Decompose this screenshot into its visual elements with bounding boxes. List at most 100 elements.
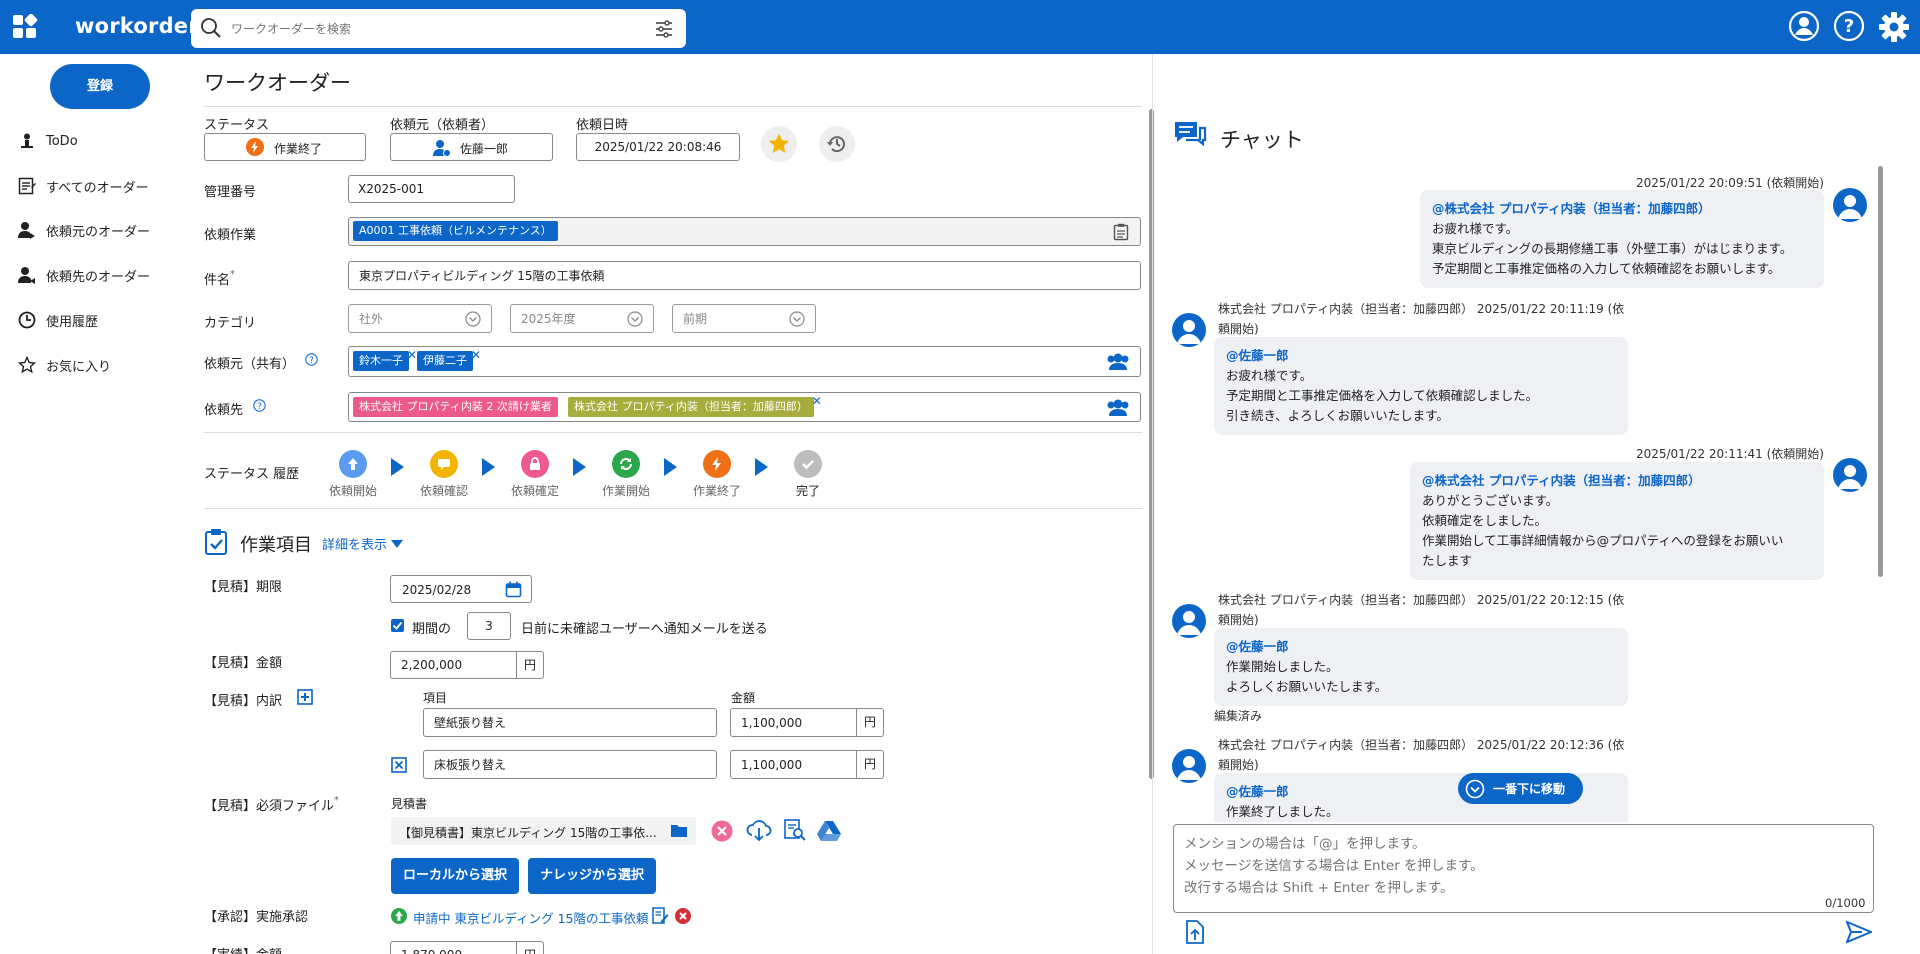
requested-work-field[interactable]: A0001 工事依頼（ビルメンテナンス） [348, 217, 1141, 246]
favorite-star-button[interactable] [761, 126, 797, 162]
sidebar-item-history[interactable]: 使用履歴 [18, 308, 188, 332]
requester-shared-field[interactable]: 鈴木一子 ✕ 伊藤二子 ✕ [348, 346, 1141, 377]
subject-input[interactable] [348, 261, 1141, 290]
chat-scrollbar[interactable] [1878, 166, 1883, 577]
attached-file[interactable]: 【御見積書】東京ビルディング 15階の工事依... [391, 817, 696, 845]
help-circle-icon[interactable]: ? [253, 399, 266, 412]
requestee-chip[interactable]: 株式会社 プロパティ内装（担当者：加藤四郎） ✕ [568, 394, 822, 417]
message-mention[interactable]: @株式会社 プロパティ内装（担当者：加藤四郎） [1432, 199, 1812, 219]
requestee-chip[interactable]: 株式会社 プロパティ内装 2 次請け業者 [353, 397, 558, 417]
category-select-3[interactable]: 前期 [672, 304, 816, 333]
notify-checkbox[interactable] [391, 619, 404, 632]
people-icon[interactable] [1105, 399, 1131, 417]
select-from-knowledge-button[interactable]: ナレッジから選択 [528, 858, 656, 894]
step-label: 作業開始 [601, 484, 650, 498]
message-mention[interactable]: @佐藤一郎 [1226, 637, 1616, 657]
chat-message-input[interactable] [1173, 824, 1874, 913]
caret-down-icon [391, 539, 404, 548]
step-request-confirm: 依頼確認 [409, 450, 479, 499]
people-icon[interactable] [1105, 353, 1131, 371]
filter-icon[interactable] [654, 19, 674, 39]
chat-icon [1175, 122, 1207, 147]
message-line: 作業開始して工事詳細情報から@プロパティへの登録をお願いい [1422, 533, 1784, 548]
add-row-icon[interactable] [297, 689, 313, 705]
search-box[interactable] [191, 9, 686, 48]
message-mention[interactable]: @株式会社 プロパティ内装（担当者：加藤四郎） [1422, 471, 1812, 491]
sidebar-item-all-orders[interactable]: すべてのオーダー [18, 174, 188, 198]
clipboard-check-icon [205, 529, 227, 555]
message-mention[interactable]: @佐藤一郎 [1226, 346, 1616, 366]
estimate-amount-input[interactable] [390, 651, 517, 679]
svg-text:?: ? [257, 402, 262, 412]
required-mark: * [230, 269, 236, 280]
remove-file-icon[interactable] [711, 820, 733, 842]
actual-amount-input[interactable] [390, 941, 517, 954]
step-label: 作業終了 [692, 484, 741, 498]
account-icon[interactable] [1788, 10, 1820, 42]
sidebar-item-requester-orders[interactable]: 依頼元のオーダー [18, 218, 188, 242]
step-arrow-icon [664, 458, 677, 476]
google-drive-icon[interactable] [817, 820, 841, 841]
status-field[interactable]: 作業終了 [204, 133, 366, 161]
requester-shared-chip[interactable]: 鈴木一子 ✕ [353, 348, 417, 371]
check-icon [392, 621, 403, 630]
scroll-to-bottom-button[interactable]: 一番下に移動 [1458, 773, 1583, 804]
attach-file-icon[interactable] [1185, 920, 1205, 944]
close-icon[interactable]: ✕ [407, 345, 417, 365]
requester-value: 佐藤一郎 [460, 142, 509, 156]
apps-grid-icon[interactable] [12, 14, 38, 40]
sidebar-item-requestee-orders[interactable]: 依頼先のオーダー [18, 263, 188, 287]
step-work-finished: 作業終了 [682, 450, 752, 499]
edit-document-icon[interactable] [652, 907, 669, 925]
work-type-chip[interactable]: A0001 工事依頼（ビルメンテナンス） [353, 221, 558, 241]
sidebar-item-todo[interactable]: ToDo [18, 129, 188, 153]
settings-gear-icon[interactable] [1877, 10, 1911, 44]
delete-row-icon[interactable] [391, 757, 407, 773]
deadline-date-field[interactable]: 2025/02/28 [390, 575, 532, 603]
send-icon[interactable] [1846, 920, 1872, 944]
person-icon [433, 140, 451, 157]
message-line: 予定期間と工事推定価格を入力して依頼確認しました。 [1226, 388, 1539, 403]
select-from-local-button[interactable]: ローカルから選択 [391, 858, 519, 894]
document-search-icon[interactable] [784, 819, 806, 841]
history-button[interactable] [819, 126, 855, 162]
approval-link[interactable]: 申請中 東京ビルディング 15階の工事依頼 [413, 908, 648, 927]
avatar [1833, 188, 1867, 222]
requestee-field[interactable]: 株式会社 プロパティ内装 2 次請け業者 株式会社 プロパティ内装（担当者：加藤… [348, 392, 1141, 422]
folder-icon[interactable] [670, 823, 688, 838]
step-arrow-icon [573, 458, 586, 476]
breakdown-amount-input[interactable] [730, 750, 857, 779]
sidebar-item-favorites[interactable]: お気に入り [18, 353, 188, 377]
search-input[interactable] [231, 18, 631, 40]
chat-message: @佐藤一郎 お疲れ様です。 予定期間と工事推定価格を入力して依頼確認しました。 … [1214, 337, 1628, 435]
avatar [1172, 313, 1206, 347]
breakdown-amount-input[interactable] [730, 708, 857, 737]
category-select-1[interactable]: 社外 [348, 304, 492, 333]
clipboard-list-icon[interactable] [1113, 223, 1129, 241]
close-icon[interactable]: ✕ [812, 391, 822, 411]
detail-toggle-link[interactable]: 詳細を表示 [322, 534, 404, 553]
brand-logo[interactable]: workorder [75, 14, 199, 38]
category-select-2[interactable]: 2025年度 [510, 304, 654, 333]
cloud-download-icon[interactable] [746, 818, 772, 842]
breakdown-item-input[interactable] [423, 750, 717, 779]
help-circle-icon[interactable]: ? [305, 353, 318, 366]
step-arrow-icon [391, 458, 404, 476]
calendar-icon[interactable] [505, 581, 522, 598]
register-button[interactable]: 登録 [50, 64, 150, 109]
cancel-circle-icon[interactable] [675, 908, 691, 924]
close-icon[interactable]: ✕ [471, 345, 481, 365]
requester-shared-chip[interactable]: 伊藤二子 ✕ [417, 348, 481, 371]
clock-icon [18, 311, 36, 329]
requester-field[interactable]: 佐藤一郎 [390, 133, 553, 161]
breakdown-item-input[interactable] [423, 708, 717, 737]
help-icon[interactable]: ? [1833, 10, 1865, 42]
notify-days-input[interactable] [467, 612, 511, 640]
management-no-input[interactable] [348, 175, 515, 203]
status-history-label: ステータス 履歴 [204, 467, 300, 482]
user-avatar-icon [1838, 195, 1862, 219]
message-line: よろしくお願いいたします。 [1226, 679, 1388, 694]
person-arrow-icon [18, 267, 35, 284]
lightning-icon [703, 450, 731, 478]
chip-label: 株式会社 プロパティ内装（担当者：加藤四郎） [574, 400, 808, 413]
